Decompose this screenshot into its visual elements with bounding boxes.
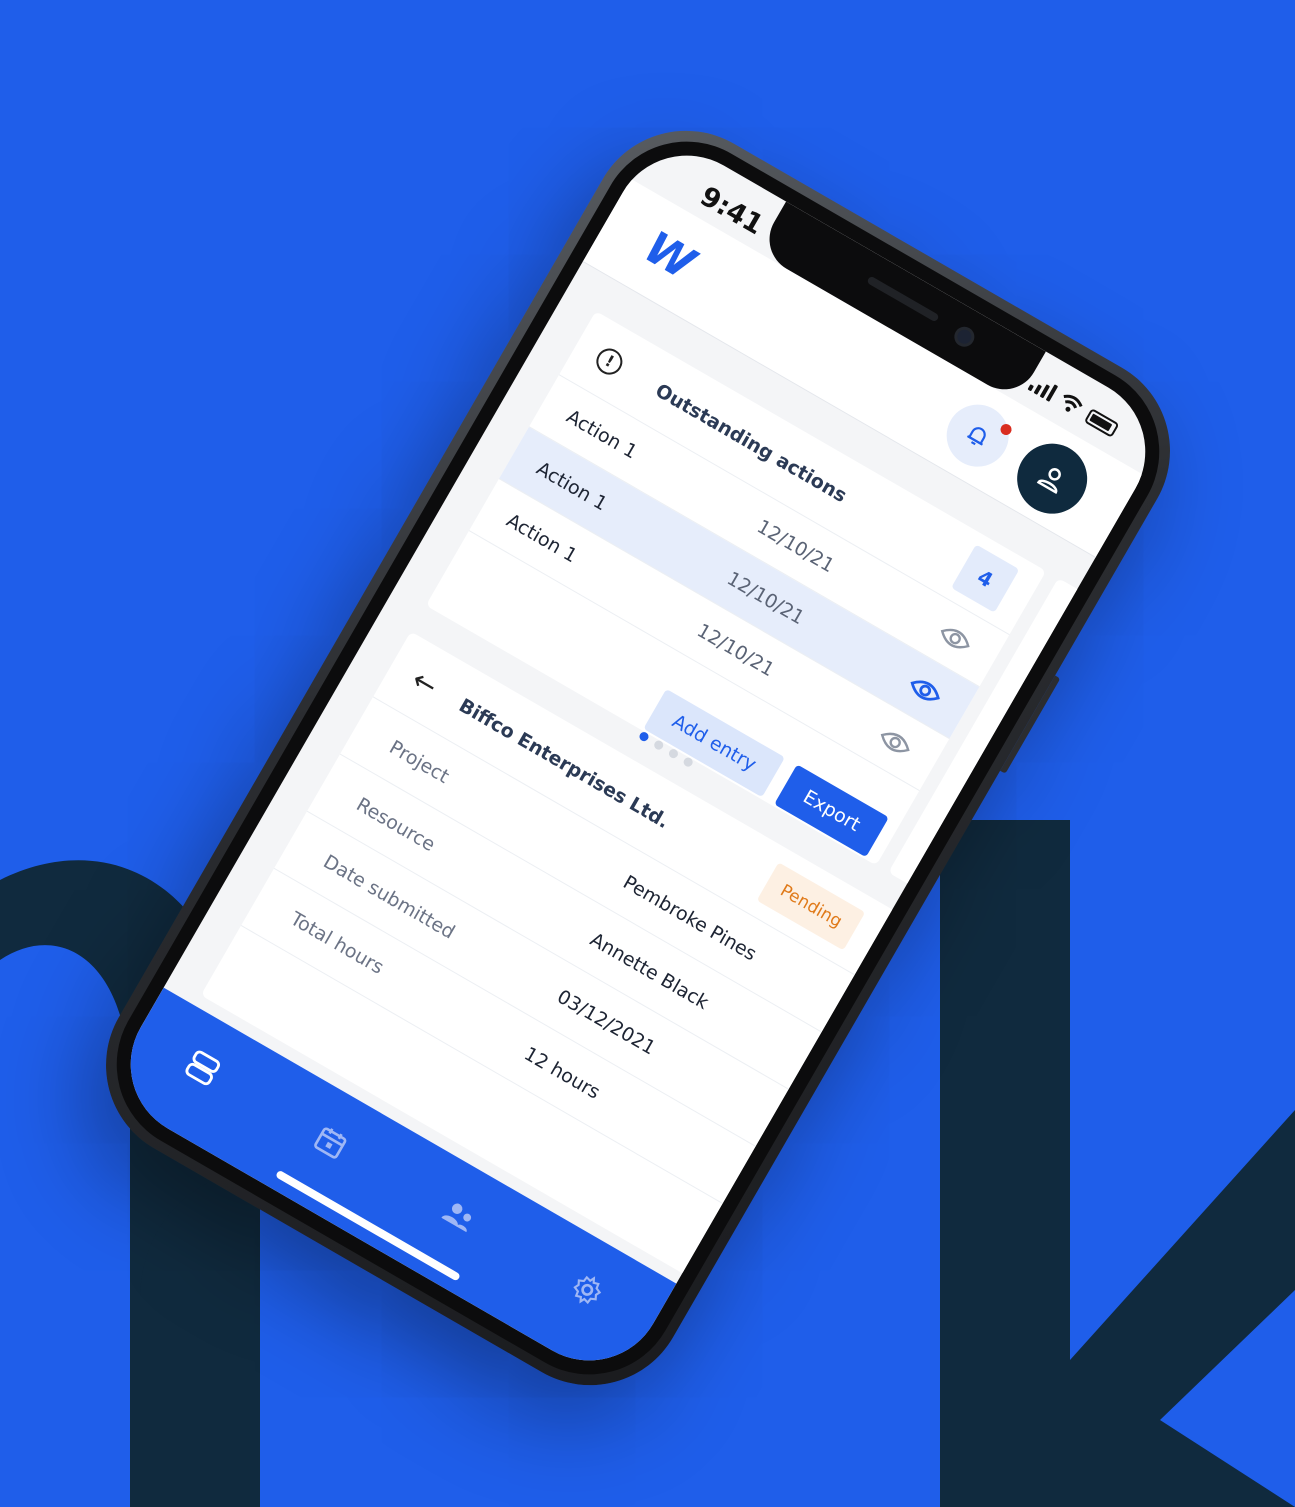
dashboard-icon [185, 1050, 221, 1086]
settings-icon [573, 1275, 602, 1305]
export-button[interactable]: Export [774, 764, 890, 858]
notification-dot [998, 422, 1014, 438]
signal-icon [1027, 374, 1059, 402]
wifi-icon [1063, 394, 1083, 412]
nav-dashboard[interactable] [173, 1038, 233, 1098]
calendar-icon [314, 1127, 347, 1159]
battery-icon [1083, 408, 1120, 438]
user-icon [1036, 468, 1061, 495]
bell-icon [966, 427, 986, 446]
app-logo[interactable]: W [636, 222, 700, 288]
nav-calendar[interactable] [301, 1112, 361, 1172]
detail-value: 12 hours [520, 1042, 604, 1104]
people-icon [441, 1203, 472, 1233]
back-arrow-icon[interactable]: ← [406, 663, 443, 703]
nav-people[interactable] [429, 1186, 489, 1246]
user-avatar-button[interactable] [1004, 430, 1100, 527]
phone-device: 9:41 W ! Outstanding actions 4 Action 1 … [70, 95, 1206, 1421]
alert-icon: ! [591, 343, 628, 379]
nav-settings[interactable] [557, 1260, 617, 1320]
actions-count-badge: 4 [951, 544, 1020, 613]
notifications-button[interactable] [935, 393, 1021, 479]
front-camera [950, 323, 979, 351]
